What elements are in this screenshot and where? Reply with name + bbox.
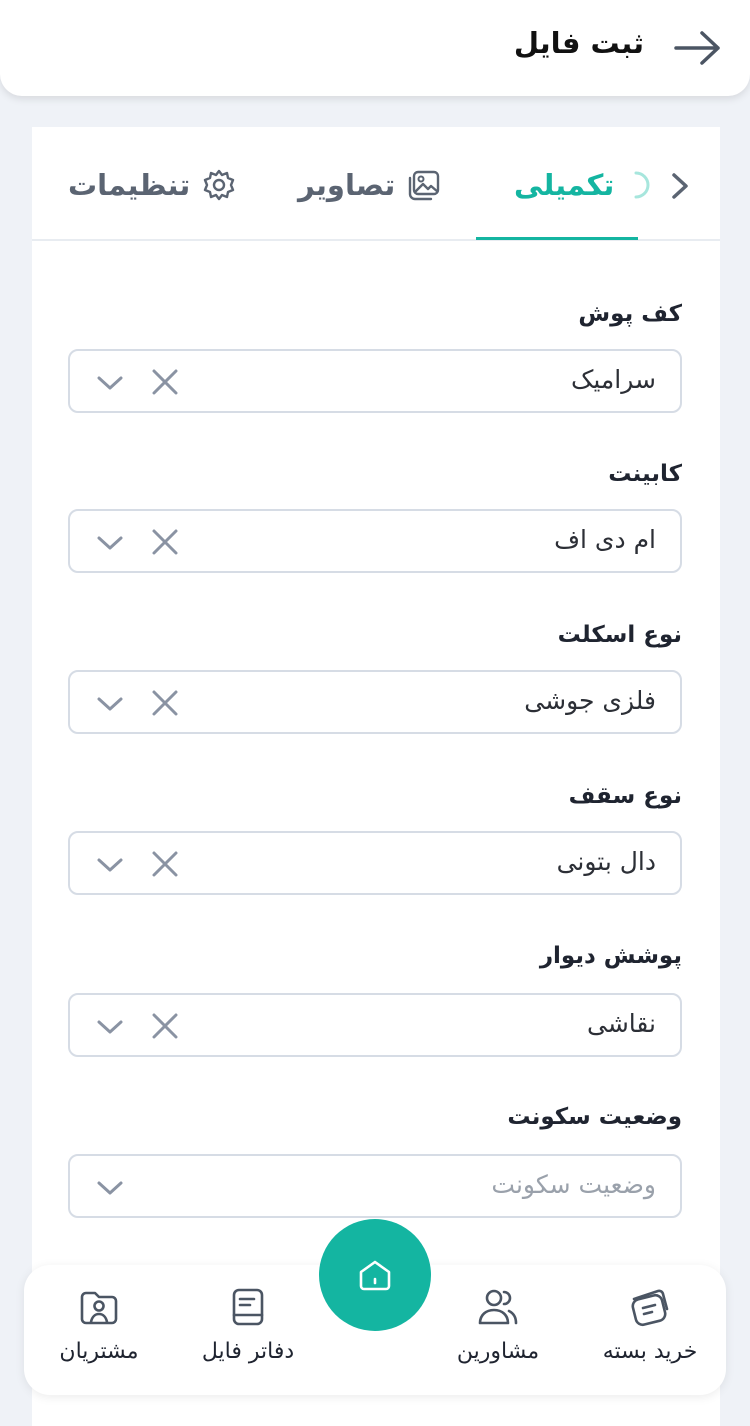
chevron-down-icon[interactable] (96, 851, 124, 879)
select-value: ام دی اف (554, 525, 656, 554)
field-label-wall-covering: پوشش دیوار (539, 943, 682, 969)
nav-label: دفاتر فایل (201, 1339, 295, 1364)
users-icon (478, 1289, 518, 1325)
notebook-icon (232, 1288, 264, 1326)
field-label-flooring: کف پوش (578, 301, 682, 327)
select-placeholder: وضعیت سکونت (491, 1170, 656, 1199)
nav-label: خرید بسته (602, 1339, 698, 1364)
select-value: فلزی جوشی (524, 686, 656, 715)
chevron-down-icon[interactable] (96, 1013, 124, 1041)
circle-progress-icon (634, 171, 650, 199)
clear-icon[interactable] (150, 367, 180, 397)
home-button[interactable] (319, 1219, 431, 1331)
chevron-down-icon[interactable] (96, 1174, 124, 1202)
chevron-down-icon[interactable] (96, 369, 124, 397)
active-tab-indicator (476, 237, 638, 240)
nav-buy-package[interactable]: خرید بسته (580, 1285, 720, 1385)
field-label-roof-type: نوع سقف (568, 783, 682, 809)
wall-covering-select[interactable]: نقاشی (68, 993, 682, 1057)
nav-file-books[interactable]: دفاتر فایل (178, 1285, 318, 1385)
tab-complementary[interactable]: تکمیلی (514, 163, 654, 207)
app-header: ثبت فایل (0, 0, 750, 96)
field-label-structure-type: نوع اسکلت (557, 622, 682, 648)
select-value: سرامیک (571, 365, 656, 394)
arrow-right-icon[interactable] (672, 28, 724, 68)
select-value: نقاشی (586, 1009, 656, 1038)
home-icon (359, 1260, 391, 1291)
field-label-cabinet: کابینت (608, 461, 682, 487)
image-icon (409, 170, 440, 201)
tab-complementary-label: تکمیلی (514, 168, 615, 202)
chevron-down-icon[interactable] (96, 529, 124, 557)
field-label-residence-status: وضعیت سکونت (507, 1104, 682, 1130)
folder-user-icon (80, 1291, 118, 1325)
clear-icon[interactable] (150, 527, 180, 557)
page-title: ثبت فایل (513, 26, 644, 60)
tab-images-label: تصاویر (298, 168, 396, 202)
chevron-right-icon[interactable] (666, 169, 694, 203)
flooring-select[interactable]: سرامیک (68, 349, 682, 413)
nav-customers[interactable]: مشتریان (29, 1285, 169, 1385)
tab-settings-label: تنظیمات (68, 168, 191, 202)
chevron-down-icon[interactable] (96, 690, 124, 718)
roof-type-select[interactable]: دال بتونی (68, 831, 682, 895)
clear-icon[interactable] (150, 688, 180, 718)
residence-status-select[interactable]: وضعیت سکونت (68, 1154, 682, 1218)
clear-icon[interactable] (150, 849, 180, 879)
nav-label: مشاورین (456, 1339, 540, 1364)
tab-settings[interactable]: تنظیمات (68, 163, 236, 207)
tab-bar: تنظیمات تصاویر تکمیلی (32, 127, 720, 241)
structure-type-select[interactable]: فلزی جوشی (68, 670, 682, 734)
gear-icon (204, 169, 235, 201)
tab-images[interactable]: تصاویر (298, 163, 441, 207)
nav-consultants[interactable]: مشاورین (428, 1285, 568, 1385)
cabinet-select[interactable]: ام دی اف (68, 509, 682, 573)
nav-label: مشتریان (59, 1339, 139, 1364)
ticket-icon (631, 1289, 669, 1327)
clear-icon[interactable] (150, 1011, 180, 1041)
select-value: دال بتونی (556, 847, 656, 876)
